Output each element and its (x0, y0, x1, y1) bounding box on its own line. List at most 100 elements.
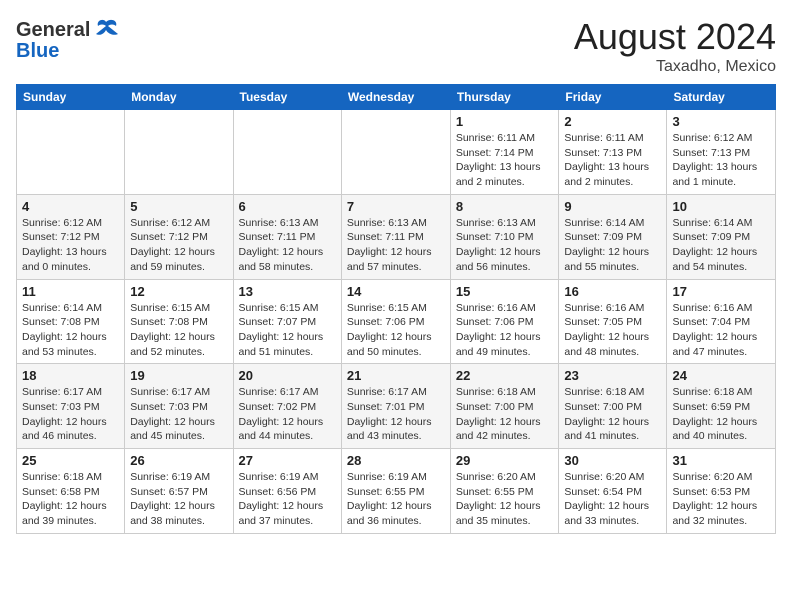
calendar-day-cell: 8 Sunrise: 6:13 AM Sunset: 7:10 PM Daylig… (450, 194, 559, 279)
day-number: 21 (347, 368, 445, 383)
weekday-header-row: SundayMondayTuesdayWednesdayThursdayFrid… (17, 85, 776, 110)
logo-general: General (16, 19, 90, 42)
weekday-header-thursday: Thursday (450, 85, 559, 110)
day-info: Sunrise: 6:12 AM Sunset: 7:12 PM Dayligh… (130, 216, 227, 275)
calendar-week-row: 18 Sunrise: 6:17 AM Sunset: 7:03 PM Dayli… (17, 364, 776, 449)
calendar-day-cell: 25 Sunrise: 6:18 AM Sunset: 6:58 PM Dayli… (17, 449, 125, 534)
day-number: 8 (456, 199, 554, 214)
calendar-week-row: 25 Sunrise: 6:18 AM Sunset: 6:58 PM Dayli… (17, 449, 776, 534)
day-number: 26 (130, 453, 227, 468)
calendar-day-cell: 23 Sunrise: 6:18 AM Sunset: 7:00 PM Dayli… (559, 364, 667, 449)
day-number: 17 (672, 284, 770, 299)
calendar-day-cell: 11Sunrise: 6:14 AM Sunset: 7:08 PM Dayli… (17, 279, 125, 364)
calendar-day-cell: 4 Sunrise: 6:12 AM Sunset: 7:12 PM Daylig… (17, 194, 125, 279)
day-info: Sunrise: 6:16 AM Sunset: 7:05 PM Dayligh… (564, 301, 661, 360)
day-number: 19 (130, 368, 227, 383)
calendar-day-cell: 3 Sunrise: 6:12 AM Sunset: 7:13 PM Daylig… (667, 110, 776, 195)
day-info: Sunrise: 6:11 AM Sunset: 7:14 PM Dayligh… (456, 131, 554, 190)
calendar-day-cell: 2 Sunrise: 6:11 AM Sunset: 7:13 PM Daylig… (559, 110, 667, 195)
day-number: 27 (239, 453, 336, 468)
day-info: Sunrise: 6:17 AM Sunset: 7:03 PM Dayligh… (130, 385, 227, 444)
calendar-day-cell: 31 Sunrise: 6:20 AM Sunset: 6:53 PM Dayli… (667, 449, 776, 534)
calendar-day-cell (233, 110, 341, 195)
day-info: Sunrise: 6:16 AM Sunset: 7:06 PM Dayligh… (456, 301, 554, 360)
calendar-day-cell: 14 Sunrise: 6:15 AM Sunset: 7:06 PM Dayli… (341, 279, 450, 364)
calendar-day-cell: 9 Sunrise: 6:14 AM Sunset: 7:09 PM Daylig… (559, 194, 667, 279)
calendar-day-cell: 18 Sunrise: 6:17 AM Sunset: 7:03 PM Dayli… (17, 364, 125, 449)
calendar-day-cell: 7 Sunrise: 6:13 AM Sunset: 7:11 PM Daylig… (341, 194, 450, 279)
day-number: 2 (564, 114, 661, 129)
day-info: Sunrise: 6:13 AM Sunset: 7:11 PM Dayligh… (347, 216, 445, 275)
day-number: 25 (22, 453, 119, 468)
calendar-day-cell: 22 Sunrise: 6:18 AM Sunset: 7:00 PM Dayli… (450, 364, 559, 449)
weekday-header-friday: Friday (559, 85, 667, 110)
day-info: Sunrise: 6:15 AM Sunset: 7:06 PM Dayligh… (347, 301, 445, 360)
day-number: 31 (672, 453, 770, 468)
day-number: 15 (456, 284, 554, 299)
calendar-week-row: 11Sunrise: 6:14 AM Sunset: 7:08 PM Dayli… (17, 279, 776, 364)
weekday-header-sunday: Sunday (17, 85, 125, 110)
calendar-week-row: 4 Sunrise: 6:12 AM Sunset: 7:12 PM Daylig… (17, 194, 776, 279)
day-info: Sunrise: 6:14 AM Sunset: 7:09 PM Dayligh… (672, 216, 770, 275)
day-number: 7 (347, 199, 445, 214)
day-info: Sunrise: 6:17 AM Sunset: 7:02 PM Dayligh… (239, 385, 336, 444)
day-number: 16 (564, 284, 661, 299)
day-info: Sunrise: 6:13 AM Sunset: 7:11 PM Dayligh… (239, 216, 336, 275)
day-number: 23 (564, 368, 661, 383)
day-number: 13 (239, 284, 336, 299)
day-info: Sunrise: 6:15 AM Sunset: 7:08 PM Dayligh… (130, 301, 227, 360)
calendar-day-cell: 26Sunrise: 6:19 AM Sunset: 6:57 PM Dayli… (125, 449, 233, 534)
calendar-day-cell (125, 110, 233, 195)
day-number: 9 (564, 199, 661, 214)
calendar-day-cell: 21 Sunrise: 6:17 AM Sunset: 7:01 PM Dayli… (341, 364, 450, 449)
day-info: Sunrise: 6:14 AM Sunset: 7:09 PM Dayligh… (564, 216, 661, 275)
day-info: Sunrise: 6:18 AM Sunset: 6:58 PM Dayligh… (22, 470, 119, 529)
day-info: Sunrise: 6:13 AM Sunset: 7:10 PM Dayligh… (456, 216, 554, 275)
day-info: Sunrise: 6:20 AM Sunset: 6:55 PM Dayligh… (456, 470, 554, 529)
calendar-day-cell: 1Sunrise: 6:11 AM Sunset: 7:14 PM Daylig… (450, 110, 559, 195)
day-info: Sunrise: 6:11 AM Sunset: 7:13 PM Dayligh… (564, 131, 661, 190)
day-info: Sunrise: 6:15 AM Sunset: 7:07 PM Dayligh… (239, 301, 336, 360)
day-number: 30 (564, 453, 661, 468)
calendar-day-cell: 10 Sunrise: 6:14 AM Sunset: 7:09 PM Dayli… (667, 194, 776, 279)
day-number: 22 (456, 368, 554, 383)
calendar-day-cell: 19 Sunrise: 6:17 AM Sunset: 7:03 PM Dayli… (125, 364, 233, 449)
logo: General Blue (16, 16, 122, 63)
day-number: 4 (22, 199, 119, 214)
calendar-day-cell: 24Sunrise: 6:18 AM Sunset: 6:59 PM Dayli… (667, 364, 776, 449)
day-number: 24 (672, 368, 770, 383)
day-number: 10 (672, 199, 770, 214)
day-number: 14 (347, 284, 445, 299)
calendar-week-row: 1Sunrise: 6:11 AM Sunset: 7:14 PM Daylig… (17, 110, 776, 195)
calendar-day-cell: 17Sunrise: 6:16 AM Sunset: 7:04 PM Dayli… (667, 279, 776, 364)
calendar-day-cell: 30Sunrise: 6:20 AM Sunset: 6:54 PM Dayli… (559, 449, 667, 534)
day-number: 12 (130, 284, 227, 299)
calendar-day-cell: 28 Sunrise: 6:19 AM Sunset: 6:55 PM Dayli… (341, 449, 450, 534)
calendar-day-cell: 6Sunrise: 6:13 AM Sunset: 7:11 PM Daylig… (233, 194, 341, 279)
day-number: 11 (22, 284, 119, 299)
day-info: Sunrise: 6:18 AM Sunset: 7:00 PM Dayligh… (564, 385, 661, 444)
day-info: Sunrise: 6:17 AM Sunset: 7:01 PM Dayligh… (347, 385, 445, 444)
calendar-day-cell: 27 Sunrise: 6:19 AM Sunset: 6:56 PM Dayli… (233, 449, 341, 534)
weekday-header-saturday: Saturday (667, 85, 776, 110)
calendar-day-cell: 5 Sunrise: 6:12 AM Sunset: 7:12 PM Daylig… (125, 194, 233, 279)
day-info: Sunrise: 6:17 AM Sunset: 7:03 PM Dayligh… (22, 385, 119, 444)
day-number: 3 (672, 114, 770, 129)
logo-blue: Blue (16, 40, 122, 63)
day-info: Sunrise: 6:19 AM Sunset: 6:55 PM Dayligh… (347, 470, 445, 529)
weekday-header-tuesday: Tuesday (233, 85, 341, 110)
weekday-header-monday: Monday (125, 85, 233, 110)
day-info: Sunrise: 6:20 AM Sunset: 6:53 PM Dayligh… (672, 470, 770, 529)
calendar-day-cell: 15 Sunrise: 6:16 AM Sunset: 7:06 PM Dayli… (450, 279, 559, 364)
day-number: 20 (239, 368, 336, 383)
day-info: Sunrise: 6:18 AM Sunset: 7:00 PM Dayligh… (456, 385, 554, 444)
day-info: Sunrise: 6:12 AM Sunset: 7:13 PM Dayligh… (672, 131, 770, 190)
day-info: Sunrise: 6:12 AM Sunset: 7:12 PM Dayligh… (22, 216, 119, 275)
calendar-day-cell: 16 Sunrise: 6:16 AM Sunset: 7:05 PM Dayli… (559, 279, 667, 364)
day-number: 5 (130, 199, 227, 214)
day-info: Sunrise: 6:19 AM Sunset: 6:56 PM Dayligh… (239, 470, 336, 529)
calendar-day-cell (341, 110, 450, 195)
calendar-day-cell: 13 Sunrise: 6:15 AM Sunset: 7:07 PM Dayli… (233, 279, 341, 364)
day-number: 28 (347, 453, 445, 468)
day-number: 18 (22, 368, 119, 383)
